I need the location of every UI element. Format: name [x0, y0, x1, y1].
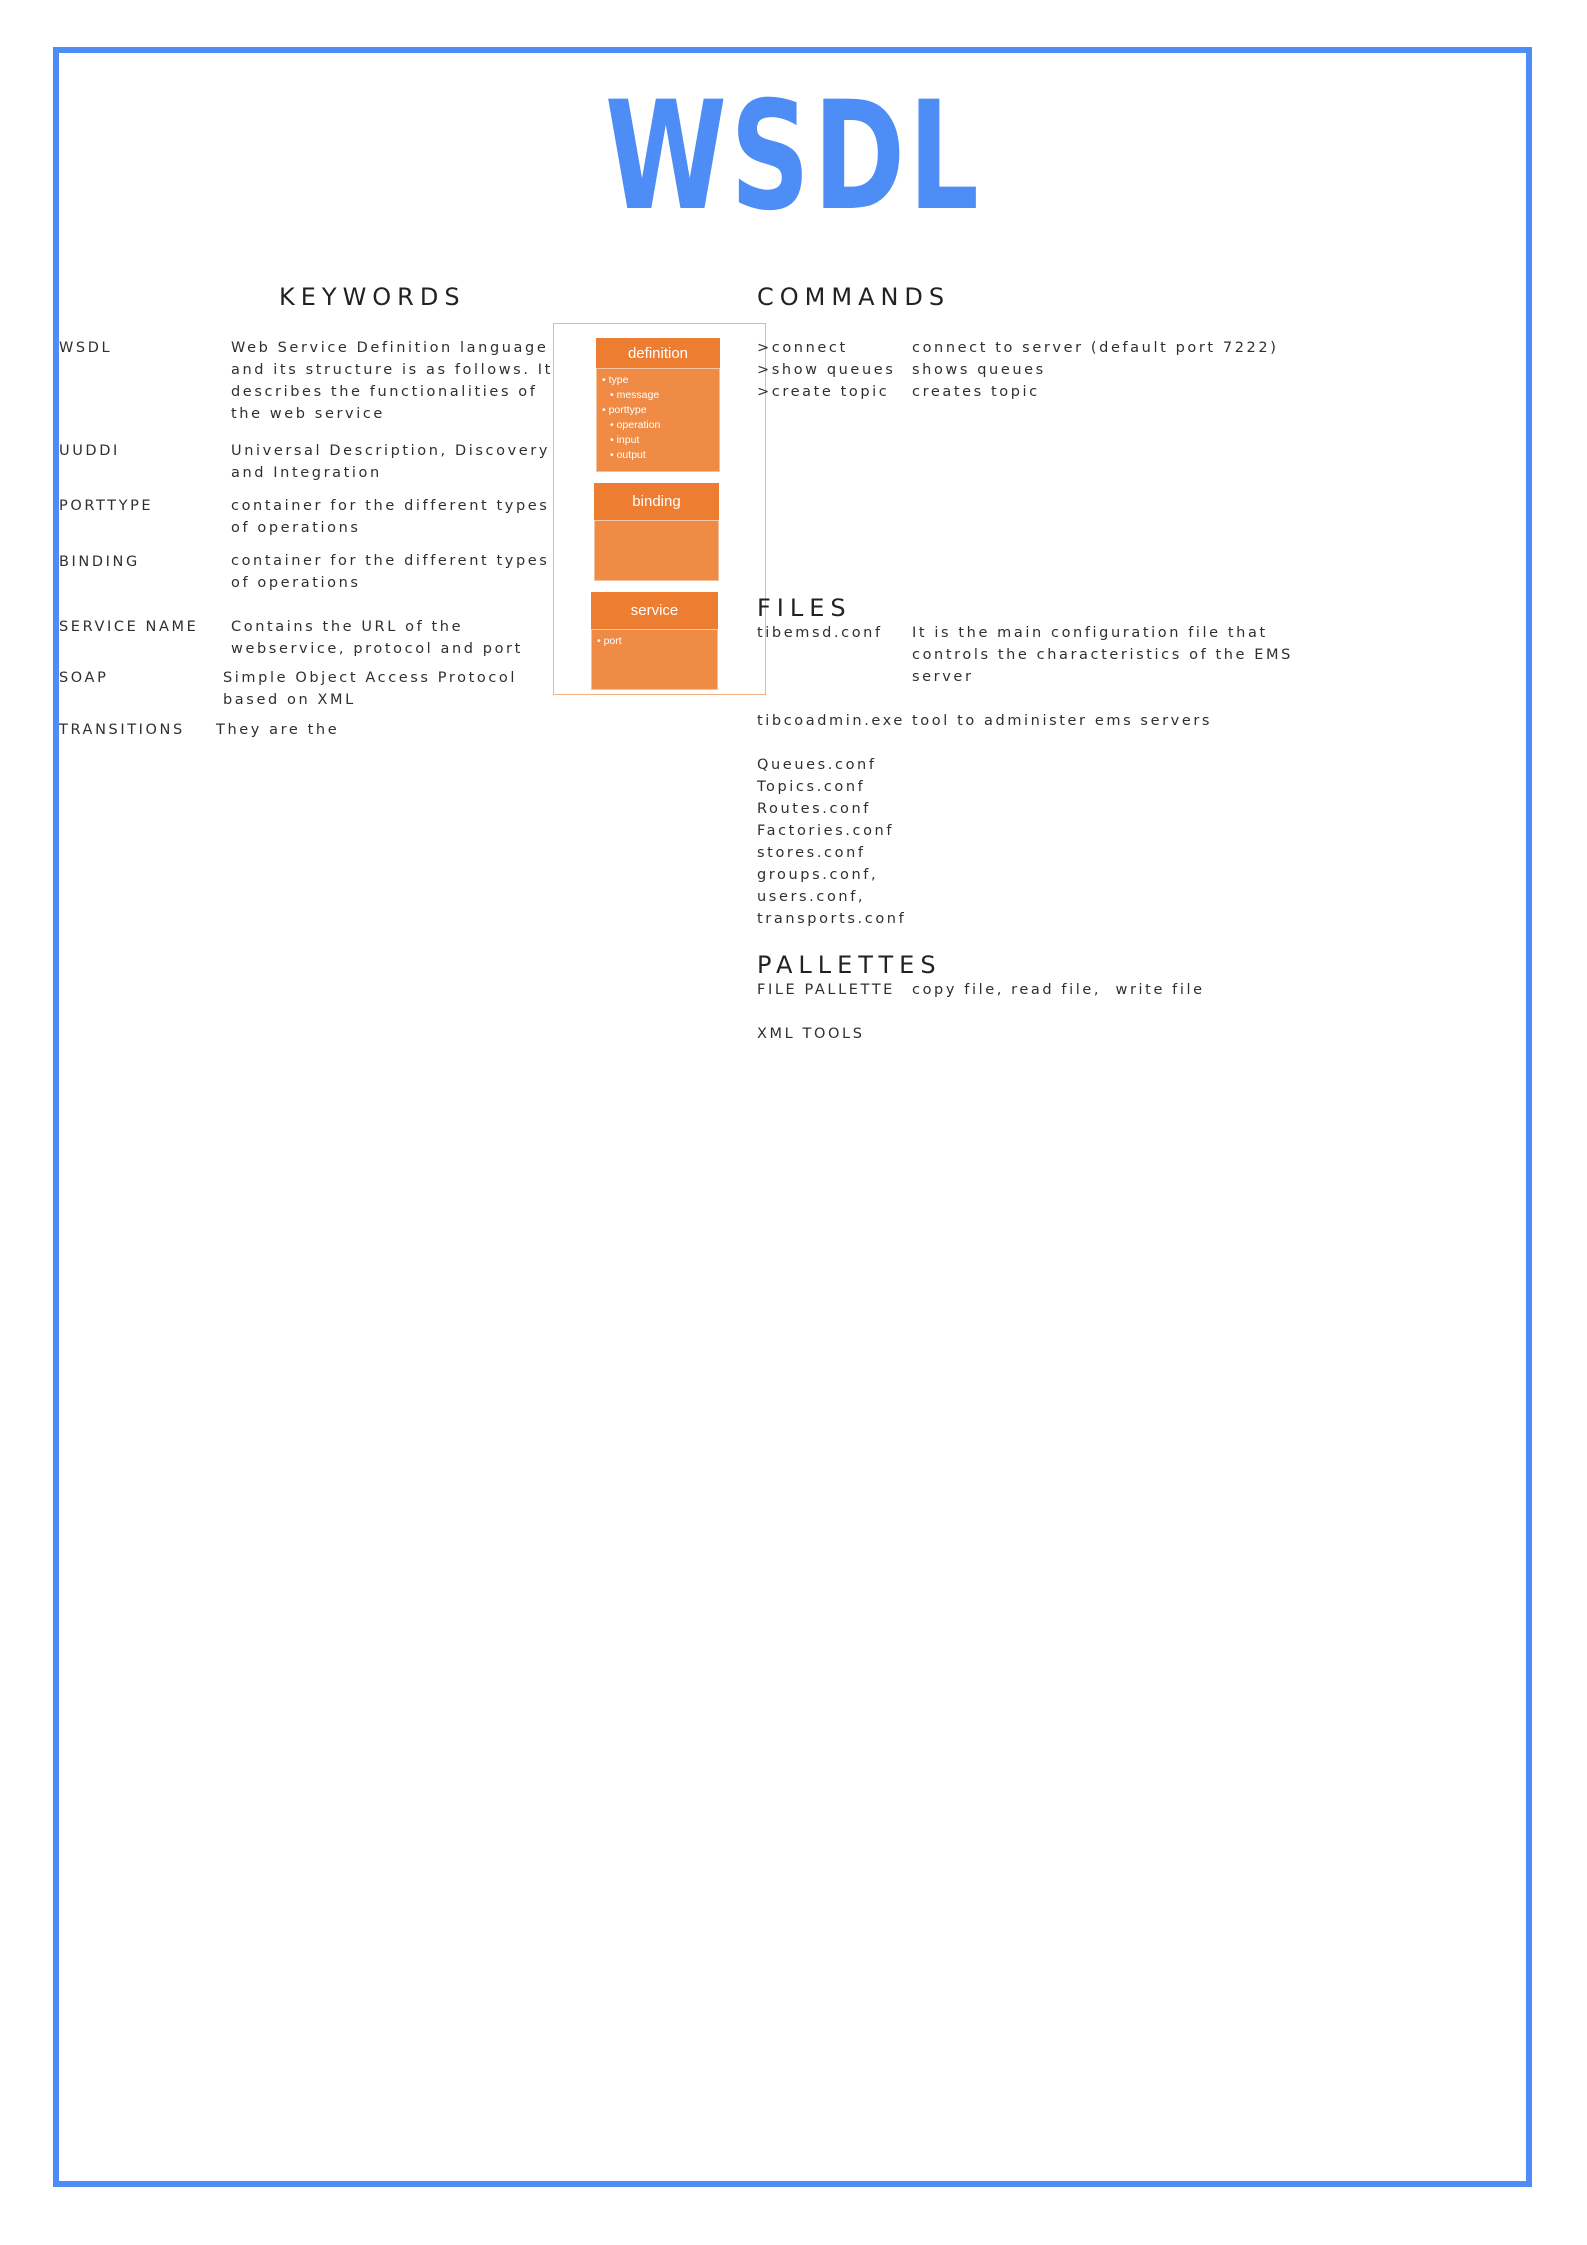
files-heading: FILES	[757, 594, 852, 622]
config-file: Factories.conf	[757, 823, 895, 839]
keyword-term: TRANSITIONS	[59, 722, 185, 738]
service-item-port: • port	[597, 635, 622, 647]
definition-item-type: • type	[602, 374, 629, 386]
config-file: stores.conf	[757, 845, 866, 861]
keyword-term: PORTTYPE	[59, 498, 154, 514]
keyword-term: WSDL	[59, 340, 113, 356]
page-title: WSDL	[604, 70, 983, 244]
definition-item-operation: • operation	[610, 419, 661, 431]
keyword-term: BINDING	[59, 554, 140, 570]
command-name: >create topic	[757, 384, 890, 400]
command-name: >connect	[757, 340, 848, 356]
keywords-heading: KEYWORDS	[279, 283, 466, 311]
definition-header: definition	[596, 338, 720, 369]
service-header: service	[591, 592, 718, 630]
file-name: tibemsd.conf	[757, 625, 883, 641]
definition-item-message: • message	[610, 389, 660, 401]
config-file: Queues.conf	[757, 757, 877, 773]
config-file: transports.conf	[757, 911, 907, 927]
commands-heading: COMMANDS	[757, 283, 951, 311]
command-description: connect to server (default port 7222)	[912, 340, 1279, 356]
definition-item-input: • input	[610, 434, 640, 446]
pallette-description: copy file, read file, write file	[912, 982, 1205, 998]
config-file: Routes.conf	[757, 801, 871, 817]
pallette-name: XML TOOLS	[757, 1026, 865, 1042]
definition-item-porttype: • porttype	[602, 404, 647, 416]
pallette-name: FILE PALLETTE	[757, 982, 895, 998]
keyword-term: SERVICE NAME	[59, 619, 199, 635]
command-name: >show queues	[757, 362, 896, 378]
command-description: creates topic	[912, 384, 1040, 400]
keyword-term: SOAP	[59, 670, 109, 686]
binding-header: binding	[594, 483, 719, 521]
pallettes-heading: PALLETTES	[757, 951, 942, 979]
config-file: Topics.conf	[757, 779, 866, 795]
config-file: groups.conf,	[757, 867, 879, 883]
definition-item-output: • output	[610, 449, 646, 461]
config-file: users.conf,	[757, 889, 866, 905]
command-description: shows queues	[912, 362, 1046, 378]
keyword-term: UUDDI	[59, 443, 120, 459]
file-name: tibcoadmin.exe	[757, 713, 905, 729]
